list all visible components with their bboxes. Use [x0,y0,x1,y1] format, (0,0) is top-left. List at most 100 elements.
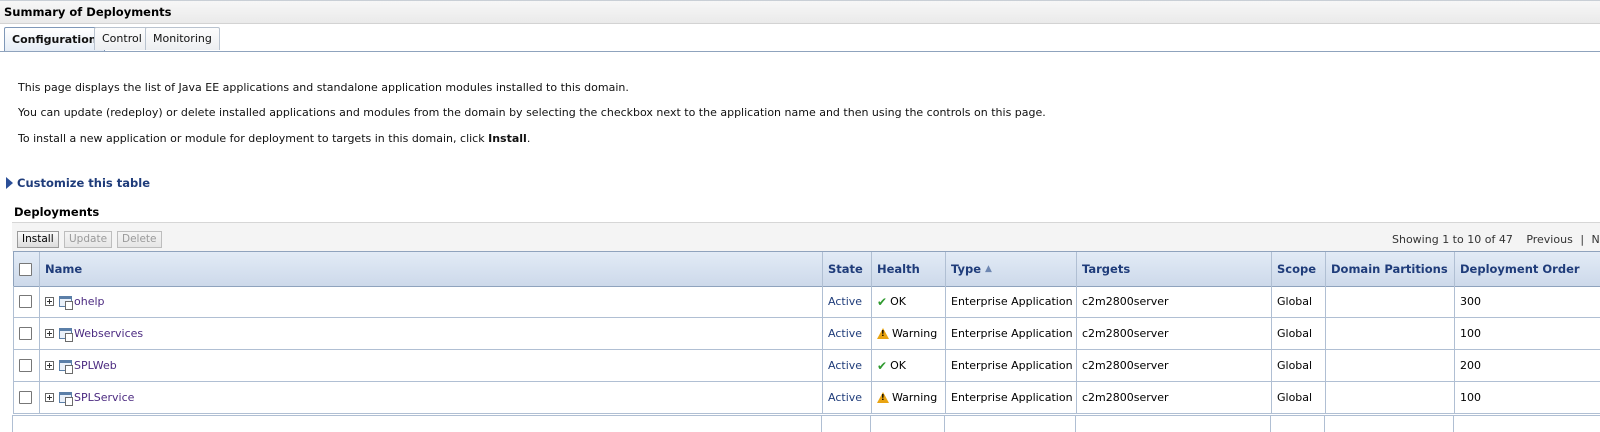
tab-control-label: Control [102,32,142,45]
column-targets-label: Targets [1082,262,1131,276]
check-icon: ✔ [877,294,888,309]
page-title: Summary of Deployments [4,5,172,19]
expand-triangle-icon [6,177,13,189]
update-button[interactable]: Update [64,231,113,248]
state-cell: Active [822,318,871,349]
order-cell: 100 [1454,318,1600,349]
partial-cell [870,416,944,432]
name-cell: ohelp [39,286,822,317]
warning-icon [877,328,889,339]
state-cell: Active [822,350,871,381]
description-line-2: You can update (redeploy) or delete inst… [18,106,1046,119]
column-targets[interactable]: Targets [1076,252,1271,286]
application-name-link[interactable]: ohelp [74,295,105,308]
customize-table-label: Customize this table [17,176,150,190]
column-domain-partitions[interactable]: Domain Partitions [1325,252,1454,286]
application-icon [59,295,73,310]
partitions-cell [1325,318,1454,349]
order-cell: 200 [1454,350,1600,381]
column-health[interactable]: Health [871,252,945,286]
application-icon [59,391,73,406]
expand-plus-icon[interactable] [45,393,54,402]
install-emphasis: Install [488,132,527,145]
tab-monitoring[interactable]: Monitoring [145,27,220,50]
order-cell: 300 [1454,286,1600,317]
column-deployment-order-label: Deployment Order [1460,262,1580,276]
install-button[interactable]: Install [17,231,59,248]
column-type[interactable]: Type ▲ [945,252,1076,286]
description-line-3: To install a new application or module f… [18,132,530,145]
targets-cell: c2m2800server [1076,286,1271,317]
scope-cell: Global [1271,318,1325,349]
row-checkbox[interactable] [19,359,32,372]
row-select-cell [13,382,39,413]
health-label: Warning [892,327,938,340]
row-select-cell [13,350,39,381]
application-name-link[interactable]: Webservices [74,327,143,340]
state-cell: Active [822,382,871,413]
customize-table-toggle[interactable]: Customize this table [6,176,150,190]
state-cell: Active [822,286,871,317]
type-cell: Enterprise Application [945,350,1076,381]
partitions-cell [1325,382,1454,413]
tab-configuration[interactable]: Configuration [4,27,105,52]
column-deployment-order[interactable]: Deployment Order [1454,252,1600,286]
expand-plus-icon[interactable] [45,361,54,370]
application-icon [59,327,73,342]
scope-cell: Global [1271,286,1325,317]
targets-cell: c2m2800server [1076,318,1271,349]
row-checkbox[interactable] [19,391,32,404]
row-checkbox[interactable] [19,295,32,308]
partitions-cell [1325,286,1454,317]
targets-cell: c2m2800server [1076,350,1271,381]
tab-bar: Configuration Control Monitoring [4,27,1600,52]
column-name-label: Name [45,262,83,276]
health-cell: ✔ OK [871,286,945,317]
tab-configuration-label: Configuration [12,33,97,46]
select-all-checkbox[interactable] [19,262,32,276]
partial-cell [12,416,38,432]
tab-control[interactable]: Control [94,27,150,50]
application-name-link[interactable]: SPLService [74,391,134,404]
partial-cell [1453,416,1600,432]
partial-cell [944,416,1075,432]
tab-monitoring-label: Monitoring [153,32,212,45]
partial-cell [1270,416,1324,432]
check-icon: ✔ [877,358,888,373]
partial-cell [821,416,870,432]
health-cell: Warning [871,318,945,349]
table-row: ohelp Active ✔ OK Enterprise Application … [13,286,1600,318]
health-label: OK [890,295,906,308]
application-icon [59,359,73,374]
pagination: Showing 1 to 10 of 47 Previous | N [1392,233,1600,246]
column-state[interactable]: State [822,252,871,286]
table-row: SPLService Active Warning Enterprise App… [13,382,1600,414]
name-cell: Webservices [39,318,822,349]
column-name[interactable]: Name [39,252,822,286]
name-cell: SPLService [39,382,822,413]
type-cell: Enterprise Application [945,318,1076,349]
application-name-link[interactable]: SPLWeb [74,359,117,372]
scope-cell: Global [1271,350,1325,381]
targets-cell: c2m2800server [1076,382,1271,413]
column-health-label: Health [877,262,920,276]
previous-link[interactable]: Previous [1526,233,1573,246]
health-label: OK [890,359,906,372]
description-line-3-period: . [526,132,531,145]
showing-count: Showing 1 to 10 of 47 [1392,233,1513,246]
pagination-separator: | [1580,233,1585,246]
row-checkbox[interactable] [19,327,32,340]
tab-underline [0,51,1600,52]
row-select-cell [13,318,39,349]
expand-plus-icon[interactable] [45,329,54,338]
delete-button[interactable]: Delete [117,231,162,248]
scope-cell: Global [1271,382,1325,413]
partial-cell [1075,416,1270,432]
title-bar: Summary of Deployments [0,1,1600,24]
column-scope[interactable]: Scope [1271,252,1325,286]
type-cell: Enterprise Application [945,286,1076,317]
expand-plus-icon[interactable] [45,297,54,306]
description-line-3-text: To install a new application or module f… [18,132,489,145]
sort-ascending-icon: ▲ [985,264,992,274]
next-link[interactable]: N [1592,233,1600,246]
